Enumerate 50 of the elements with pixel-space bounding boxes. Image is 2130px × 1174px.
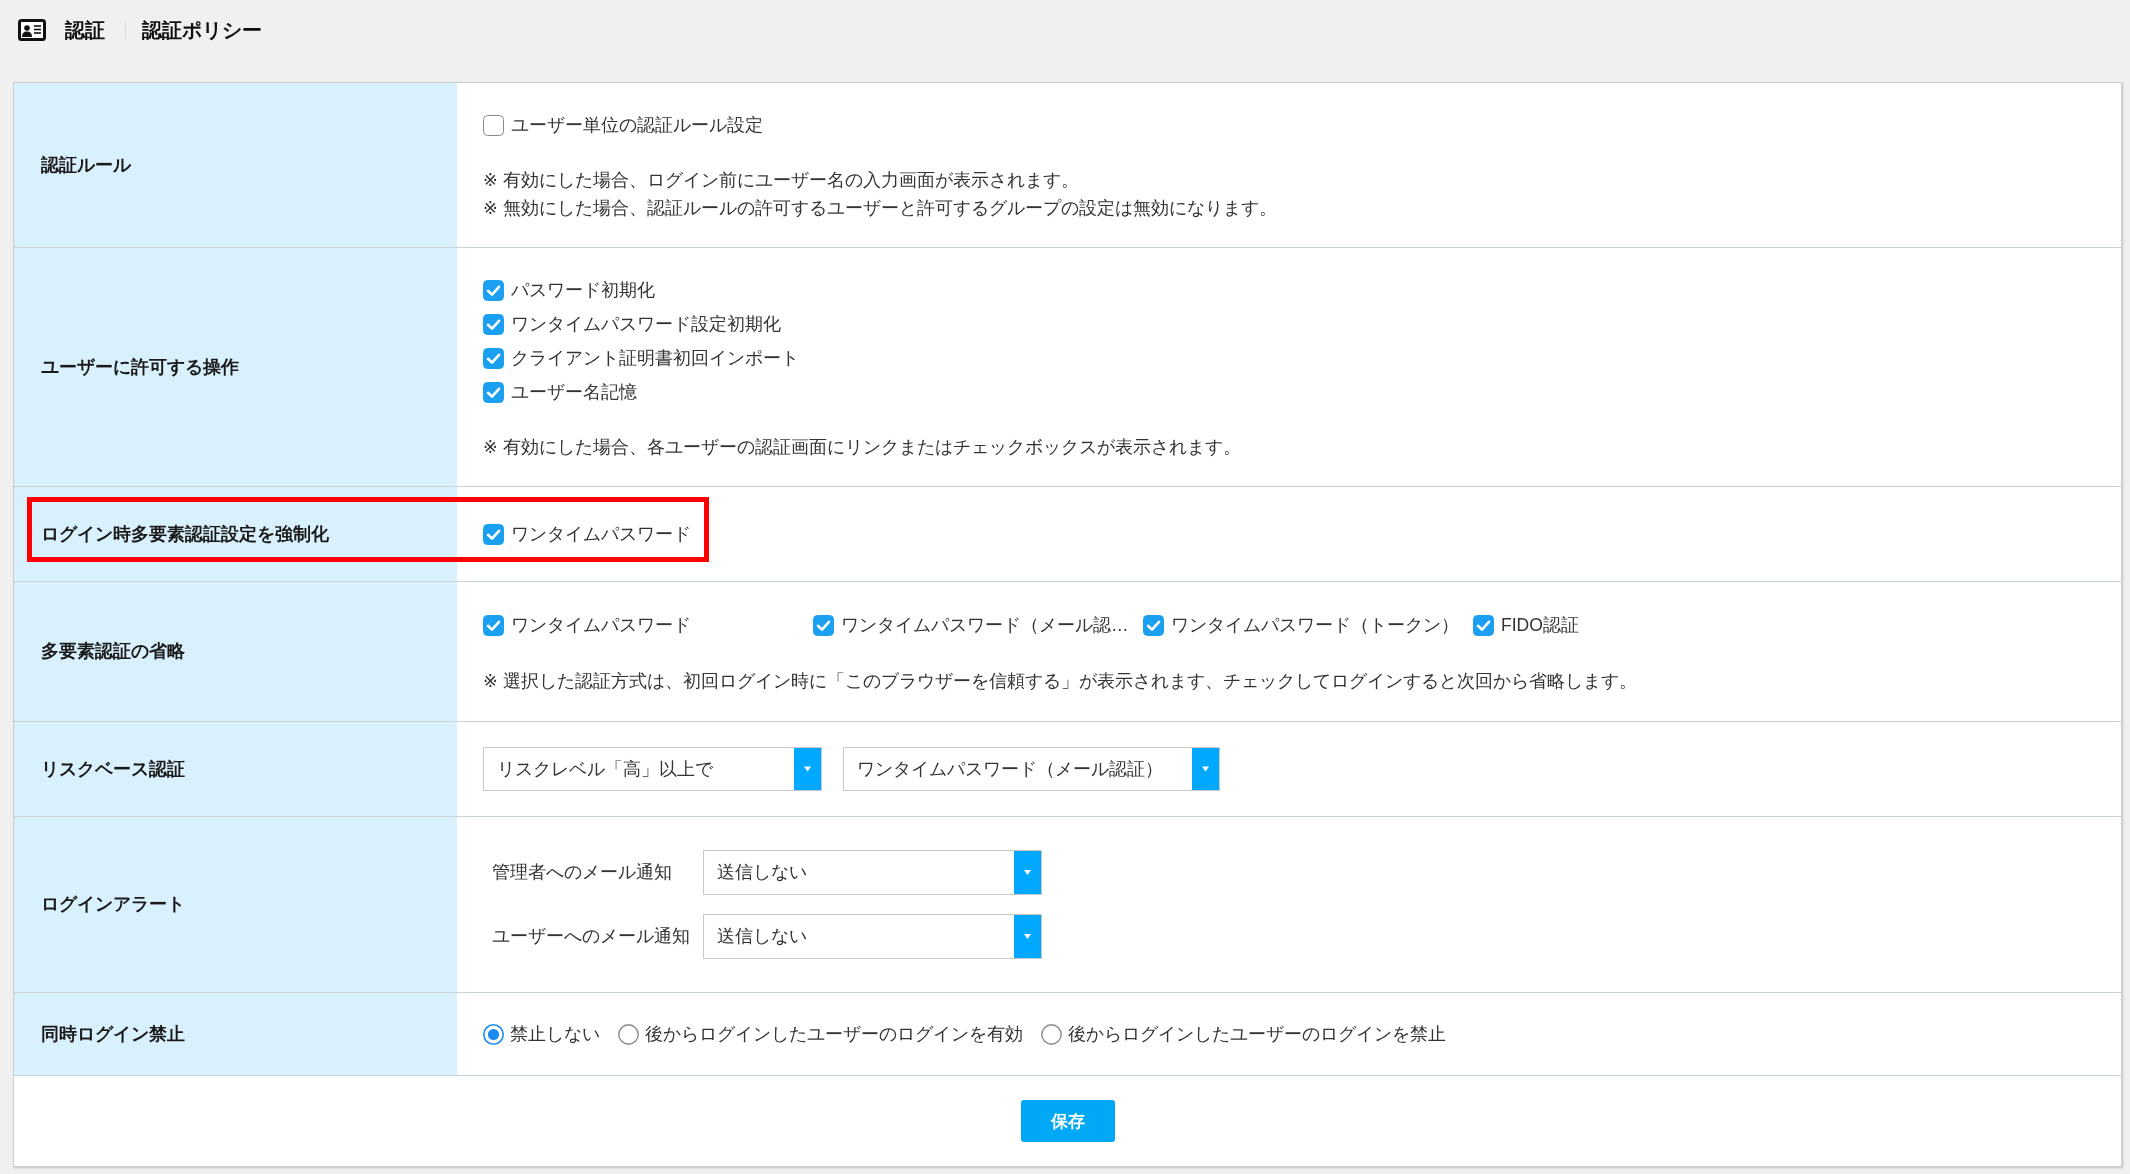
checkbox-label: ワンタイムパスワード xyxy=(511,522,691,546)
id-card-icon xyxy=(18,19,46,41)
note-text: ※ 無効にした場合、認証ルールの許可するユーザーと許可するグループの設定は無効になります。 xyxy=(483,197,1278,220)
page-title: 認証ポリシー xyxy=(142,18,262,43)
checkbox-label: ユーザー名記憶 xyxy=(511,380,637,404)
breadcrumb-link[interactable]: 認証 xyxy=(65,15,105,45)
checkbox-label: ワンタイムパスワード（トークン） xyxy=(1171,614,1459,638)
checkbox[interactable] xyxy=(483,114,504,136)
checkbox[interactable] xyxy=(1473,615,1494,636)
row-label: 多要素認証の省略 xyxy=(41,640,185,664)
note-text: ※ 有効にした場合、各ユーザーの認証画面にリンクまたはチェックボックスが表示されます。 xyxy=(483,436,1242,459)
checkbox-label: ワンタイムパスワード xyxy=(511,614,691,638)
caret-icon xyxy=(794,748,821,790)
field-label: 管理者へのメール通知 xyxy=(492,861,673,885)
radio-label: 後からログインしたユーザーのログインを有効 xyxy=(645,1023,1023,1046)
row-label: 認証ルール xyxy=(41,153,131,177)
checkbox[interactable] xyxy=(483,381,504,403)
radio-label: 禁止しない xyxy=(510,1023,600,1046)
radio-button[interactable] xyxy=(1041,1023,1062,1045)
radio-button[interactable] xyxy=(483,1023,504,1045)
checkbox[interactable] xyxy=(483,313,504,335)
note-text: ※ 有効にした場合、ログイン前にユーザー名の入力画面が表示されます。 xyxy=(483,169,1080,192)
radio-button[interactable] xyxy=(618,1023,639,1045)
checkbox-label: ユーザー単位の認証ルール設定 xyxy=(511,113,763,137)
checkbox-label: ワンタイムパスワード設定初期化 xyxy=(511,312,781,336)
dropdown[interactable]: リスクレベル「高」以上で xyxy=(483,747,822,791)
row-label: リスクベース認証 xyxy=(41,757,185,781)
checkbox-label: FIDO認証 xyxy=(1501,614,1579,638)
checkbox-label: ワンタイムパスワード（メール認… xyxy=(841,614,1129,638)
checkbox-label: パスワード初期化 xyxy=(511,278,655,302)
checkbox[interactable] xyxy=(483,615,504,636)
row-label: 同時ログイン禁止 xyxy=(41,1023,185,1046)
checkbox-label: クライアント証明書初回インポート xyxy=(511,346,799,370)
checkbox[interactable] xyxy=(813,615,834,636)
radio-label: 後からログインしたユーザーのログインを禁止 xyxy=(1068,1023,1446,1046)
dropdown[interactable]: 送信しない xyxy=(703,914,1042,959)
checkbox[interactable] xyxy=(1143,615,1164,636)
checkbox[interactable] xyxy=(483,347,504,369)
note-text: ※ 選択した認証方式は、初回ログイン時に「このブラウザーを信頼する」が表示されます、チェックしてログインすると次回から省略します。 xyxy=(483,670,1638,693)
caret-icon xyxy=(1192,748,1219,790)
row-label: ログインアラート xyxy=(41,893,185,917)
checkbox[interactable] xyxy=(483,523,504,545)
row-label: ログイン時多要素認証設定を強制化 xyxy=(41,522,329,546)
row-label: ユーザーに許可する操作 xyxy=(41,355,239,379)
checkbox[interactable] xyxy=(483,279,504,301)
dropdown[interactable]: 送信しない xyxy=(703,850,1042,895)
field-label: ユーザーへのメール通知 xyxy=(492,925,691,949)
caret-icon xyxy=(1014,851,1041,894)
caret-icon xyxy=(1014,915,1041,958)
dropdown[interactable]: ワンタイムパスワード（メール認証） xyxy=(843,747,1220,791)
